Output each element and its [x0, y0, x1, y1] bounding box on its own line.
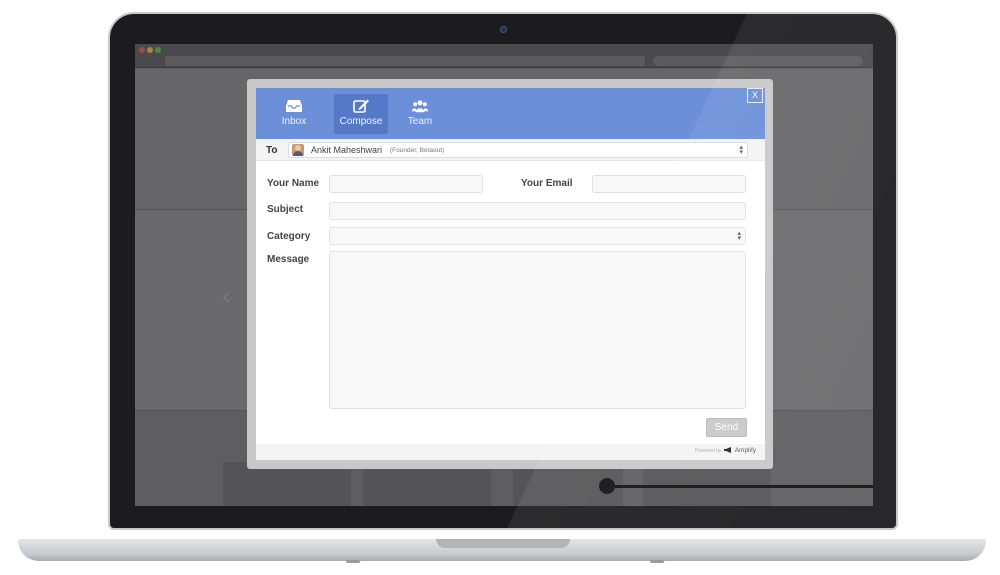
recipient-select[interactable]: Ankit Maheshwari (Founder, Betaout) ▴ ▾ [288, 142, 748, 158]
powered-by[interactable]: Powered by Amplify [695, 447, 756, 454]
close-button[interactable]: X [747, 88, 763, 103]
compose-icon [353, 99, 369, 113]
to-label: To [266, 145, 278, 156]
recipient-role: (Founder, Betaout) [390, 147, 445, 154]
window-maximize-dot[interactable] [155, 47, 161, 53]
laptop-foot [346, 560, 360, 563]
laptop-base [18, 539, 986, 563]
your-email-label: Your Email [521, 178, 573, 189]
send-button[interactable]: Send [706, 418, 747, 437]
message-label: Message [267, 254, 310, 265]
subject-input[interactable] [329, 202, 746, 220]
tab-inbox-label: Inbox [281, 116, 307, 127]
browser-toolbar [135, 44, 873, 68]
team-icon [412, 100, 428, 113]
category-select[interactable]: ▴ ▾ [329, 227, 746, 245]
recipient-row: To Ankit Maheshwari (Founder, Betaout) ▴… [256, 139, 765, 161]
slider-track [615, 485, 873, 488]
browser-search-bar[interactable] [653, 56, 863, 66]
window-close-dot[interactable] [139, 47, 145, 53]
select-caret-icon: ▴ ▾ [739, 143, 743, 156]
your-email-input[interactable] [592, 175, 746, 193]
carousel-left-arrow-icon[interactable]: ‹ [221, 282, 231, 312]
widget-footer: Powered by Amplify [256, 444, 765, 460]
inbox-icon [286, 100, 302, 112]
recipient-name: Ankit Maheshwari [311, 145, 383, 155]
tab-compose[interactable]: Compose [334, 94, 388, 134]
address-bar[interactable] [165, 56, 645, 66]
slider-handle[interactable] [599, 478, 615, 494]
your-name-input[interactable] [329, 175, 483, 193]
window-minimize-dot[interactable] [147, 47, 153, 53]
tab-inbox[interactable]: Inbox [272, 94, 316, 134]
megaphone-icon [724, 447, 732, 453]
modal-header: Inbox Compose Team X [256, 88, 765, 139]
tab-team[interactable]: Team [398, 94, 442, 134]
contact-widget-modal: Inbox Compose Team X To Ankit Maheshwari… [256, 88, 765, 460]
amplify-brand: Amplify [734, 447, 756, 454]
powered-by-prefix: Powered by [695, 448, 722, 454]
your-name-label: Your Name [267, 178, 320, 189]
laptop-notch [436, 539, 570, 548]
avatar [292, 144, 304, 156]
message-textarea[interactable] [329, 251, 746, 409]
camera-dot [500, 26, 507, 33]
category-label: Category [267, 231, 311, 242]
tab-compose-label: Compose [339, 116, 383, 127]
tab-team-label: Team [407, 116, 433, 127]
select-caret-icon: ▴ ▾ [737, 229, 741, 242]
subject-label: Subject [267, 204, 304, 215]
laptop-foot [650, 560, 664, 563]
